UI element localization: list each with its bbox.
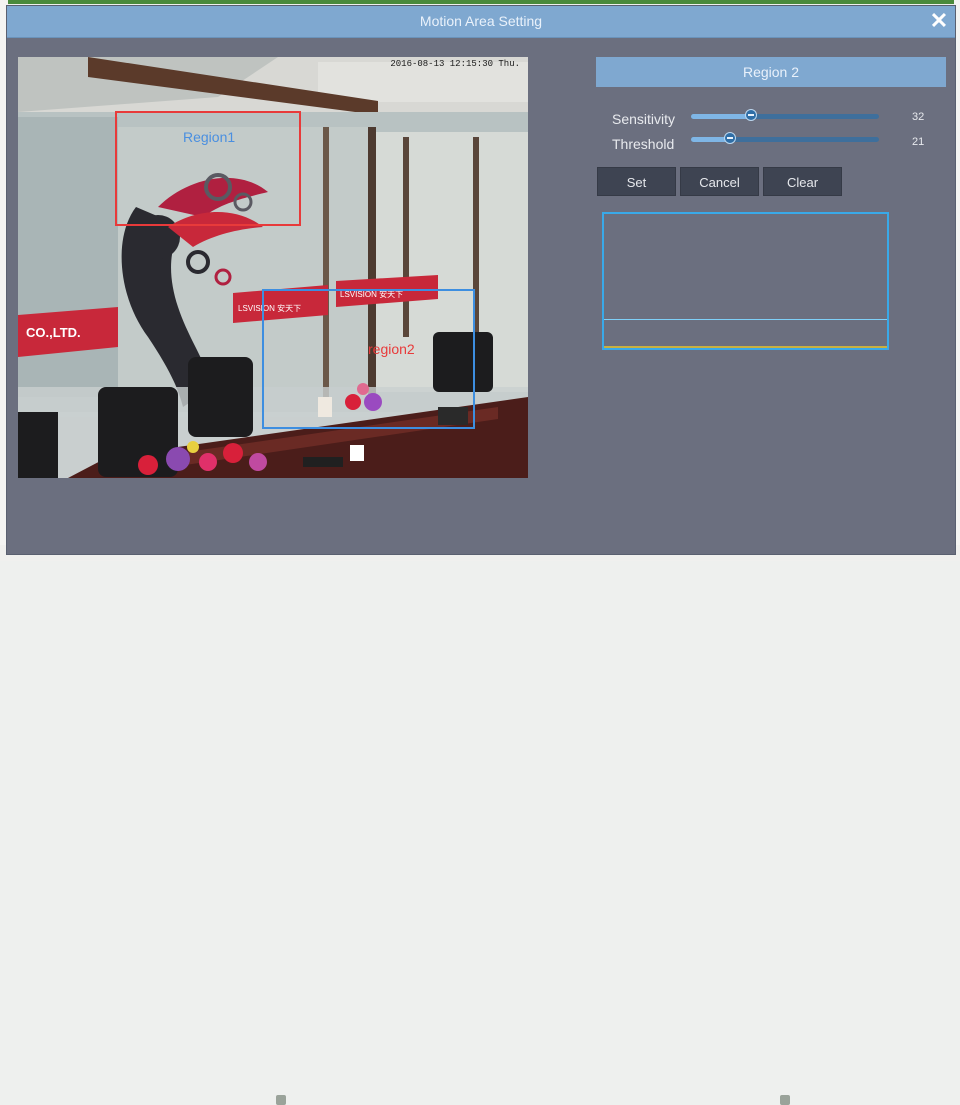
- preview-line: [604, 346, 887, 348]
- motion-region-1-box[interactable]: Region1: [115, 111, 301, 226]
- region-title: Region 2: [596, 57, 946, 87]
- set-button[interactable]: Set: [597, 167, 676, 196]
- threshold-slider-handle[interactable]: [724, 132, 736, 144]
- sensitivity-slider-fill: [691, 114, 751, 119]
- sensitivity-value: 32: [912, 111, 925, 123]
- sensitivity-label: Sensitivity: [612, 111, 676, 127]
- dialog-titlebar: Motion Area Setting ✕: [7, 6, 955, 38]
- camera-view[interactable]: CO.,LTD. LSVISION 安天下 LSVISION 安天下 2016-…: [18, 57, 528, 478]
- background-icon: [780, 1095, 790, 1105]
- svg-text:CO.,LTD.: CO.,LTD.: [26, 325, 81, 340]
- threshold-label: Threshold: [612, 136, 675, 152]
- osd-timestamp: 2016-08-13 12:15:30 Thu.: [390, 59, 520, 69]
- region-preview-box: [602, 212, 889, 350]
- dialog-title: Motion Area Setting: [419, 13, 543, 29]
- sensitivity-slider-handle[interactable]: [745, 109, 757, 121]
- threshold-value: 21: [912, 136, 925, 148]
- motion-region-2-label: region2: [368, 341, 415, 357]
- background-top-bar: [0, 0, 960, 4]
- motion-region-2-box[interactable]: region2: [262, 289, 475, 429]
- motion-region-1-label: Region1: [183, 129, 236, 145]
- background-icon: [276, 1095, 286, 1105]
- clear-button[interactable]: Clear: [763, 167, 842, 196]
- cancel-button[interactable]: Cancel: [680, 167, 759, 196]
- preview-line: [604, 319, 887, 320]
- motion-area-dialog: Motion Area Setting ✕ CO.,LTD. LSVISION …: [6, 5, 956, 555]
- sensitivity-slider[interactable]: [691, 109, 879, 121]
- threshold-slider[interactable]: [691, 132, 879, 144]
- close-icon[interactable]: ✕: [929, 10, 949, 32]
